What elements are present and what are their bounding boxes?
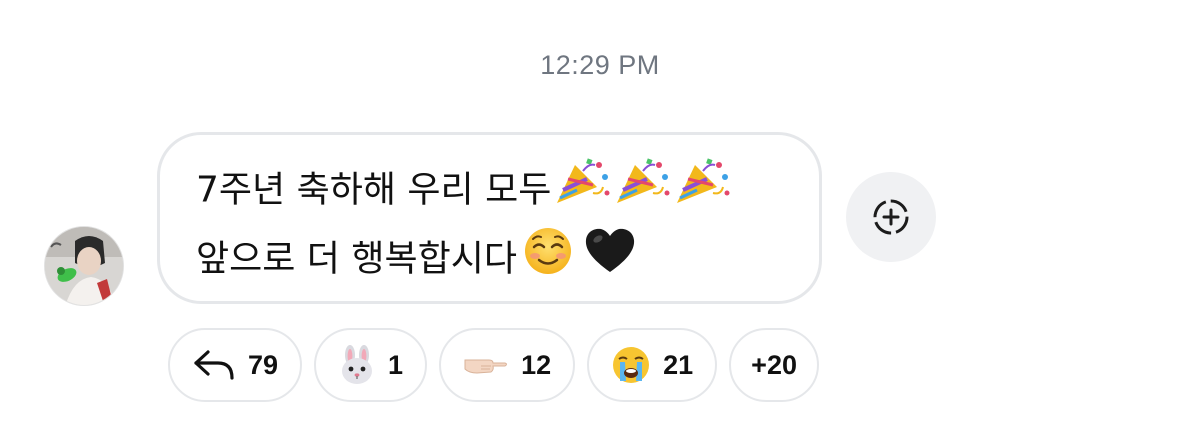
add-reaction-icon bbox=[873, 199, 909, 235]
smiling-face-icon bbox=[523, 226, 573, 295]
crying-reaction-count: 21 bbox=[663, 349, 694, 380]
pointing-hand-icon bbox=[463, 350, 509, 380]
more-reactions-chip[interactable]: +20 bbox=[729, 328, 819, 402]
reply-chip[interactable]: 79 bbox=[168, 328, 303, 402]
message-text-line-1: 7주년 축하해 우리 모두 bbox=[196, 169, 552, 211]
message-bubble[interactable]: 7주년 축하해 우리 모두 앞으로 더 행복합시다 bbox=[157, 132, 822, 304]
crying-face-icon bbox=[611, 345, 651, 385]
hand-reaction-count: 12 bbox=[521, 349, 552, 380]
sender-avatar[interactable] bbox=[44, 226, 124, 306]
party-popper-icon bbox=[673, 157, 731, 226]
message-text-line-2: 앞으로 더 행복합시다 bbox=[196, 238, 517, 280]
party-popper-icon bbox=[553, 157, 611, 226]
message-timestamp: 12:29 PM bbox=[540, 50, 660, 80]
reply-arrow-icon bbox=[192, 348, 236, 382]
reaction-chip-crying[interactable]: 21 bbox=[587, 328, 718, 402]
message-line-1: 7주년 축하해 우리 모두 bbox=[196, 157, 789, 226]
more-reactions-label: +20 bbox=[751, 349, 797, 380]
message-line-2: 앞으로 더 행복합시다 bbox=[196, 226, 789, 295]
dm-thread: 12:29 PM 7주년 축하해 우리 모두 앞으로 더 행복합시다 79 1 … bbox=[0, 0, 1200, 433]
black-heart-icon bbox=[583, 226, 637, 295]
reaction-chip-hand[interactable]: 12 bbox=[439, 328, 576, 402]
rabbit-face-icon bbox=[338, 345, 376, 385]
reply-count: 79 bbox=[248, 349, 279, 380]
reaction-bar: 79 1 12 21 +20 bbox=[168, 328, 819, 402]
add-reaction-button[interactable] bbox=[846, 172, 936, 262]
party-popper-icon bbox=[613, 157, 671, 226]
reaction-chip-rabbit[interactable]: 1 bbox=[314, 328, 428, 402]
avatar-photo bbox=[45, 227, 123, 305]
rabbit-reaction-count: 1 bbox=[388, 349, 404, 380]
